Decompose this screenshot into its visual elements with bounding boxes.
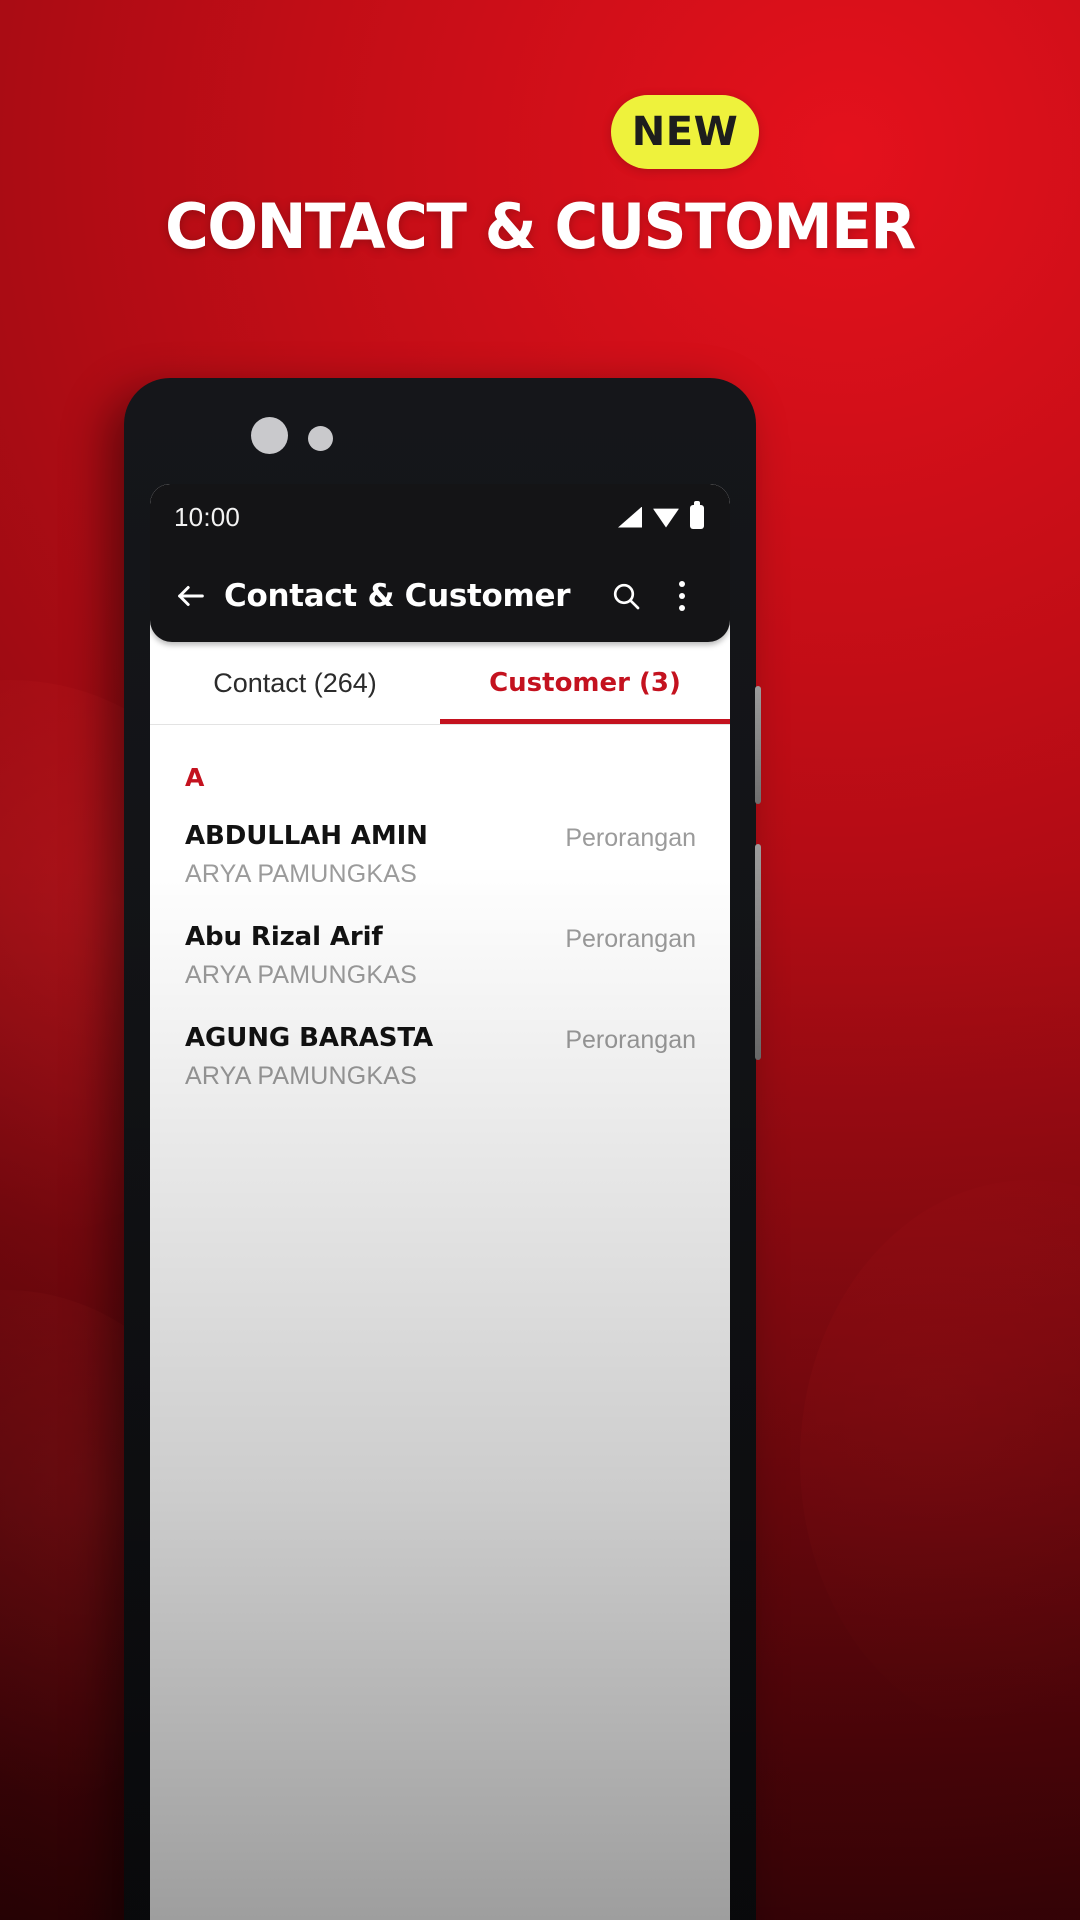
status-bar-clock: 10:00 — [174, 501, 241, 532]
power-button[interactable] — [755, 686, 761, 804]
list-item-type: Perorangan — [565, 1026, 696, 1054]
new-badge-label: NEW — [631, 109, 739, 155]
tab-customer[interactable]: Customer (3) — [440, 642, 730, 724]
phone-screen: 10:00 Contact & Customer Contact (264) C… — [150, 484, 730, 1920]
new-badge: NEW — [611, 95, 759, 169]
app-header: 10:00 Contact & Customer — [150, 484, 730, 642]
wifi-icon — [653, 508, 679, 528]
list-item-name: Abu Rizal Arif — [185, 922, 383, 952]
list-item-text: Abu Rizal Arif ARYA PAMUNGKAS — [185, 922, 417, 990]
background-blob-right — [800, 1180, 1080, 1740]
section-header-a: A — [185, 763, 205, 792]
list-item-name: ABDULLAH AMIN — [185, 821, 428, 851]
promo-screenshot: NEW CONTACT & CUSTOMER 10:00 Contact & C… — [0, 0, 1080, 1920]
list-item-name: AGUNG BARASTA — [185, 1023, 434, 1053]
overflow-dots — [679, 581, 685, 611]
camera-lens-secondary — [308, 426, 333, 451]
list-item[interactable]: AGUNG BARASTA ARYA PAMUNGKAS Perorangan — [180, 1012, 700, 1113]
list-item[interactable]: ABDULLAH AMIN ARYA PAMUNGKAS Perorangan — [180, 810, 700, 911]
list-item-text: AGUNG BARASTA ARYA PAMUNGKAS — [185, 1023, 433, 1091]
phone-device-frame: 10:00 Contact & Customer Contact (264) C… — [124, 378, 761, 1920]
customer-list: A ABDULLAH AMIN ARYA PAMUNGKAS Peroranga… — [150, 725, 730, 1113]
list-item[interactable]: Abu Rizal Arif ARYA PAMUNGKAS Perorangan — [180, 911, 700, 1012]
list-item-text: ABDULLAH AMIN ARYA PAMUNGKAS — [185, 821, 428, 889]
search-icon[interactable] — [606, 576, 646, 616]
app-bar: Contact & Customer — [150, 550, 730, 642]
battery-icon — [690, 501, 704, 529]
tab-bar: Contact (264) Customer (3) — [150, 642, 730, 725]
app-bar-title: Contact & Customer — [224, 578, 571, 614]
more-vertical-icon[interactable] — [662, 576, 702, 616]
tab-contact-label: Contact (264) — [213, 667, 377, 698]
list-item-type: Perorangan — [565, 925, 696, 953]
volume-button[interactable] — [755, 844, 761, 1060]
tab-customer-label: Customer (3) — [489, 668, 681, 698]
tab-contact[interactable]: Contact (264) — [150, 642, 440, 724]
status-bar: 10:00 — [150, 484, 730, 550]
back-arrow-icon[interactable] — [174, 579, 208, 613]
list-item-type: Perorangan — [565, 824, 696, 852]
promo-headline: CONTACT & CUSTOMER — [165, 190, 916, 263]
list-item-subtitle: ARYA PAMUNGKAS — [185, 961, 418, 989]
status-bar-icons — [618, 501, 704, 529]
camera-lens-primary — [251, 417, 288, 454]
list-item-subtitle: ARYA PAMUNGKAS — [185, 1062, 418, 1090]
signal-icon — [618, 506, 642, 528]
list-item-subtitle: ARYA PAMUNGKAS — [185, 860, 418, 888]
